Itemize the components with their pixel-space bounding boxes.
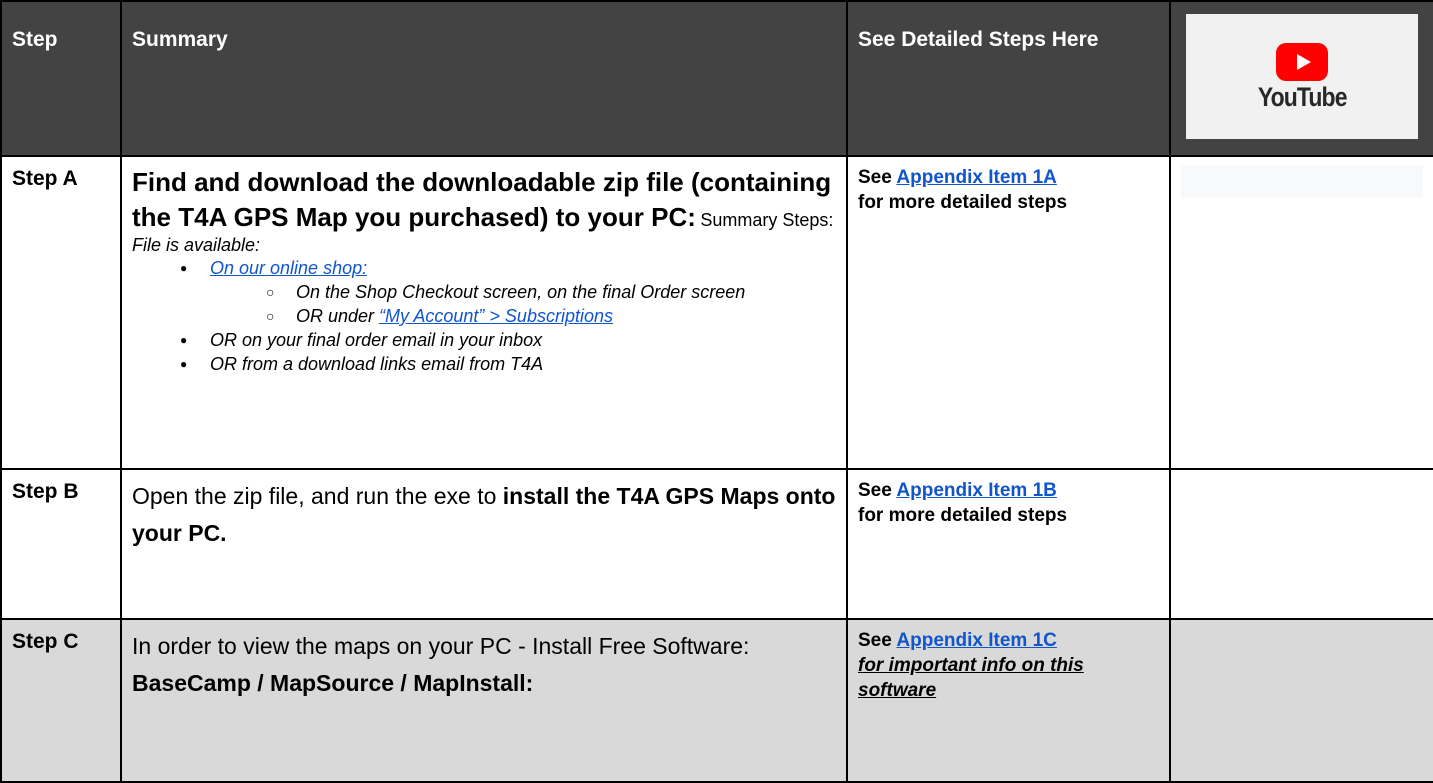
list-item: On the Shop Checkout screen, on the fina…: [266, 280, 836, 304]
youtube-wordmark: YouTube: [1257, 81, 1348, 112]
file-available: File is available:: [132, 235, 261, 255]
table-row: Step B Open the zip file, and run the ex…: [0, 468, 1433, 620]
steps-table: Step Summary See Detailed Steps Here You…: [0, 0, 1433, 783]
online-shop-link[interactable]: On our online shop:: [210, 258, 367, 278]
appendix-1a-link[interactable]: Appendix Item 1A: [896, 167, 1056, 188]
header-row: Step Summary See Detailed Steps Here You…: [0, 0, 1433, 157]
list-item: OR under “My Account” > Subscriptions: [266, 304, 836, 328]
header-detail: See Detailed Steps Here: [846, 0, 1171, 157]
video-cell: [1169, 468, 1433, 620]
list-item: OR on your final order email in your inb…: [180, 328, 836, 352]
table-row: Step C In order to view the maps on your…: [0, 618, 1433, 783]
appendix-1b-link[interactable]: Appendix Item 1B: [896, 480, 1056, 501]
header-youtube: YouTube: [1169, 0, 1433, 157]
summary-prefix: Summary Steps:: [700, 210, 834, 230]
detail-cell: See Appendix Item 1B for more detailed s…: [846, 468, 1171, 620]
appendix-1c-link[interactable]: Appendix Item 1C: [896, 630, 1056, 651]
important-info-note: for important info on this software: [858, 655, 1084, 701]
video-cell: [1169, 618, 1433, 783]
header-summary: Summary: [120, 0, 848, 157]
step-label: Step B: [0, 468, 122, 620]
my-account-link[interactable]: “My Account” > Subscriptions: [379, 306, 613, 326]
detail-cell: See Appendix Item 1A for more detailed s…: [846, 155, 1171, 470]
availability-list: On our online shop: On the Shop Checkout…: [132, 256, 836, 376]
youtube-play-icon: [1276, 42, 1328, 81]
list-item: On our online shop: On the Shop Checkout…: [180, 256, 836, 328]
step-label: Step A: [0, 155, 122, 470]
list-item: OR from a download links email from T4A: [180, 352, 836, 376]
summary-cell: In order to view the maps on your PC - I…: [120, 618, 848, 783]
detail-cell: See Appendix Item 1C for important info …: [846, 618, 1171, 783]
summary-cell: Open the zip file, and run the exe to in…: [120, 468, 848, 620]
header-step: Step: [0, 0, 122, 157]
step-label: Step C: [0, 618, 122, 783]
summary-cell: Find and download the downloadable zip f…: [120, 155, 848, 470]
video-cell: [1169, 155, 1433, 470]
youtube-logo[interactable]: YouTube: [1186, 14, 1418, 139]
sub-list: On the Shop Checkout screen, on the fina…: [210, 280, 836, 328]
table-row: Step A Find and download the downloadabl…: [0, 155, 1433, 470]
video-placeholder: [1181, 165, 1423, 198]
